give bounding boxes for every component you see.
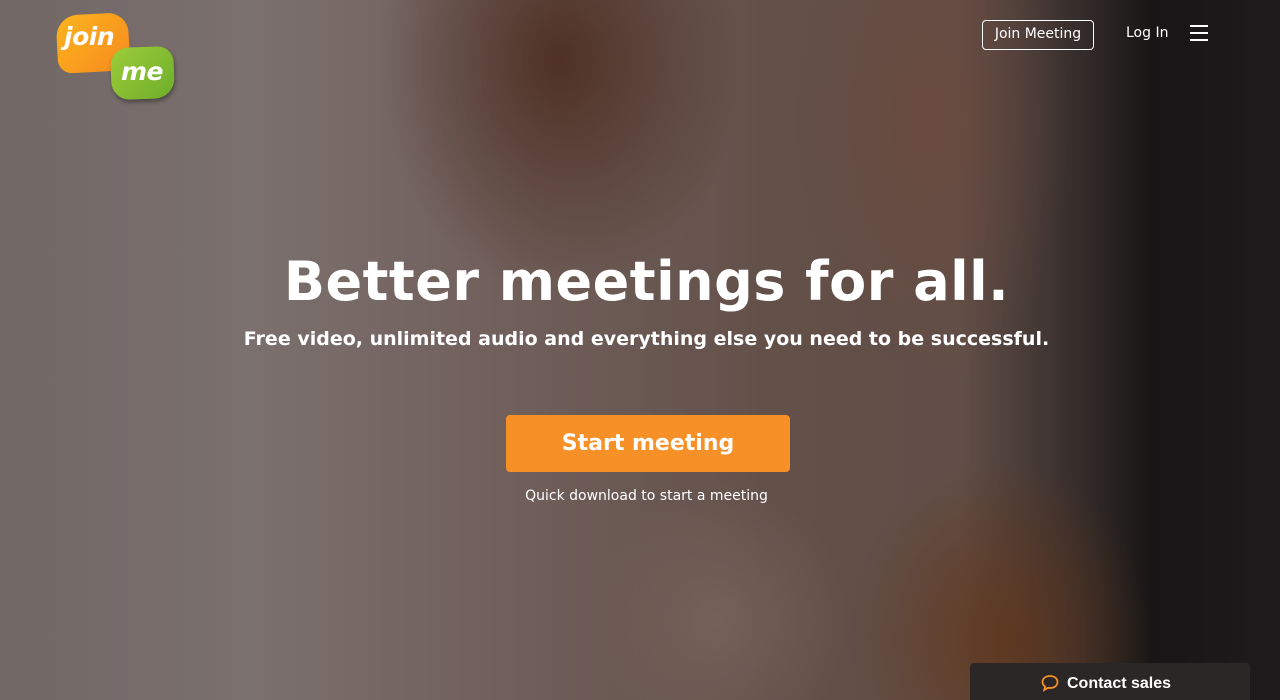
join-me-logo[interactable]: join me	[55, 12, 177, 104]
hamburger-menu-icon[interactable]	[1190, 25, 1208, 41]
hero-title: Better meetings for all.	[283, 250, 1010, 313]
logo-word-join: join	[64, 22, 115, 51]
logo-word-me: me	[121, 57, 164, 86]
background-overlay	[0, 0, 1280, 700]
contact-sales-label: Contact sales	[1067, 675, 1172, 692]
page: join me Join Meeting Log In Better meeti…	[0, 0, 1280, 700]
contact-sales-tab[interactable]: Contact sales	[970, 663, 1250, 700]
start-meeting-button[interactable]: Start meeting	[506, 415, 790, 472]
chat-bubble-icon	[1041, 675, 1059, 692]
login-link[interactable]: Log In	[1126, 25, 1168, 41]
hero-subtitle: Free video, unlimited audio and everythi…	[243, 328, 1050, 350]
quick-download-note: Quick download to start a meeting	[525, 488, 768, 504]
join-meeting-button[interactable]: Join Meeting	[982, 20, 1094, 50]
